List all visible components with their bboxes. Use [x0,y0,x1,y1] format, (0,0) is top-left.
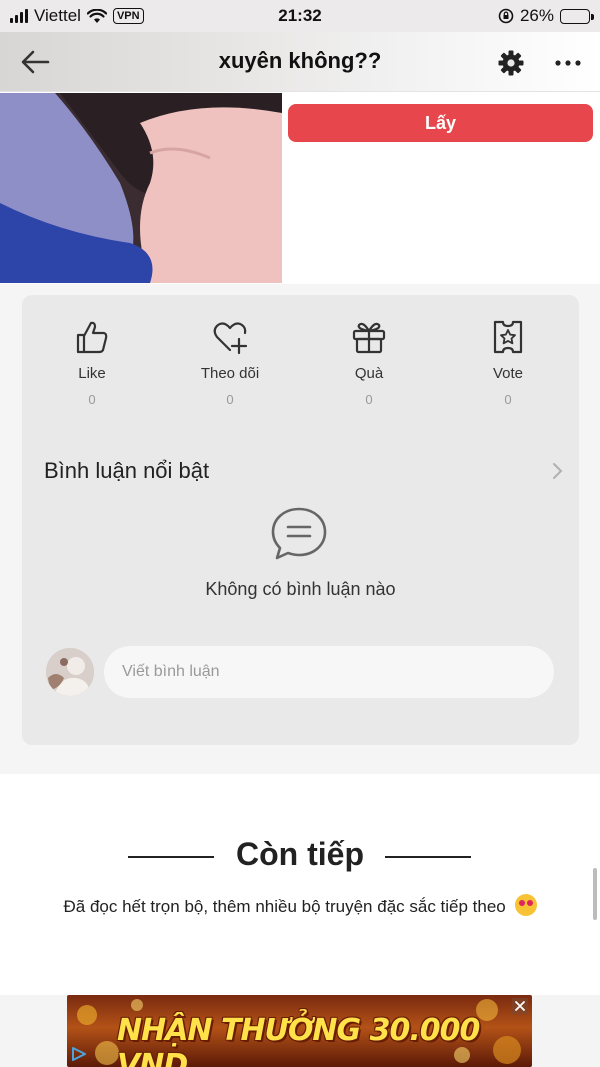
like-label: Like [78,365,106,382]
ad-text: NHẬN THƯỞNG 30.000 VND [117,1013,480,1067]
avatar[interactable] [46,648,94,696]
continue-title: Còn tiếp [236,836,364,872]
like-count: 0 [88,392,96,407]
status-bar: Viettel VPN 21:32 26% [0,0,600,32]
gift-label: Quà [354,365,384,382]
continue-subtitle-text: Đã đọc hết trọn bộ, thêm nhiều bộ truyện… [63,897,506,916]
follow-label: Theo dõi [200,365,260,382]
close-icon[interactable] [512,998,528,1014]
comment-input[interactable] [104,646,554,698]
continue-subtitle: Đã đọc hết trọn bộ, thêm nhiều bộ truyện… [0,894,600,917]
battery-percent: 26% [519,6,554,25]
empty-comment-icon [271,507,327,560]
vote-icon [493,320,523,354]
divider-right [385,856,471,858]
featured-comments-title: Bình luận nổi bật [44,458,210,483]
back-arrow-icon[interactable] [18,46,52,78]
follow-count: 0 [226,392,234,407]
heart-eyes-emoji-icon [514,894,537,916]
gift-count: 0 [365,392,373,407]
follow-stat[interactable]: Theo dõi 0 [160,317,300,407]
get-button[interactable]: Lấy [288,104,593,142]
empty-comments-text: Không có bình luận nào [205,579,396,599]
vote-stat[interactable]: Vote 0 [438,317,578,407]
rotation-lock-icon [498,8,514,24]
gear-icon[interactable] [496,48,526,78]
like-icon [76,321,108,354]
follow-icon [213,322,248,355]
interaction-card: Like 0 Theo dõi 0 Quà 0 Vote 0 Bình luận… [22,295,579,745]
story-cover-image [0,93,282,283]
top-navigation-bar: xuyên không?? [0,32,600,92]
battery-icon [560,8,594,24]
vote-count: 0 [504,392,512,407]
like-stat[interactable]: Like 0 [22,317,162,407]
more-dots-icon[interactable] [552,48,584,78]
chevron-right-icon[interactable] [549,460,565,482]
gift-icon [352,322,386,354]
gift-stat[interactable]: Quà 0 [299,317,439,407]
vote-label: Vote [492,365,524,382]
ad-banner[interactable]: NHẬN THƯỞNG 30.000 VND [67,995,532,1067]
scrollbar-thumb[interactable] [593,868,597,920]
ad-choices-icon[interactable] [70,1046,88,1062]
